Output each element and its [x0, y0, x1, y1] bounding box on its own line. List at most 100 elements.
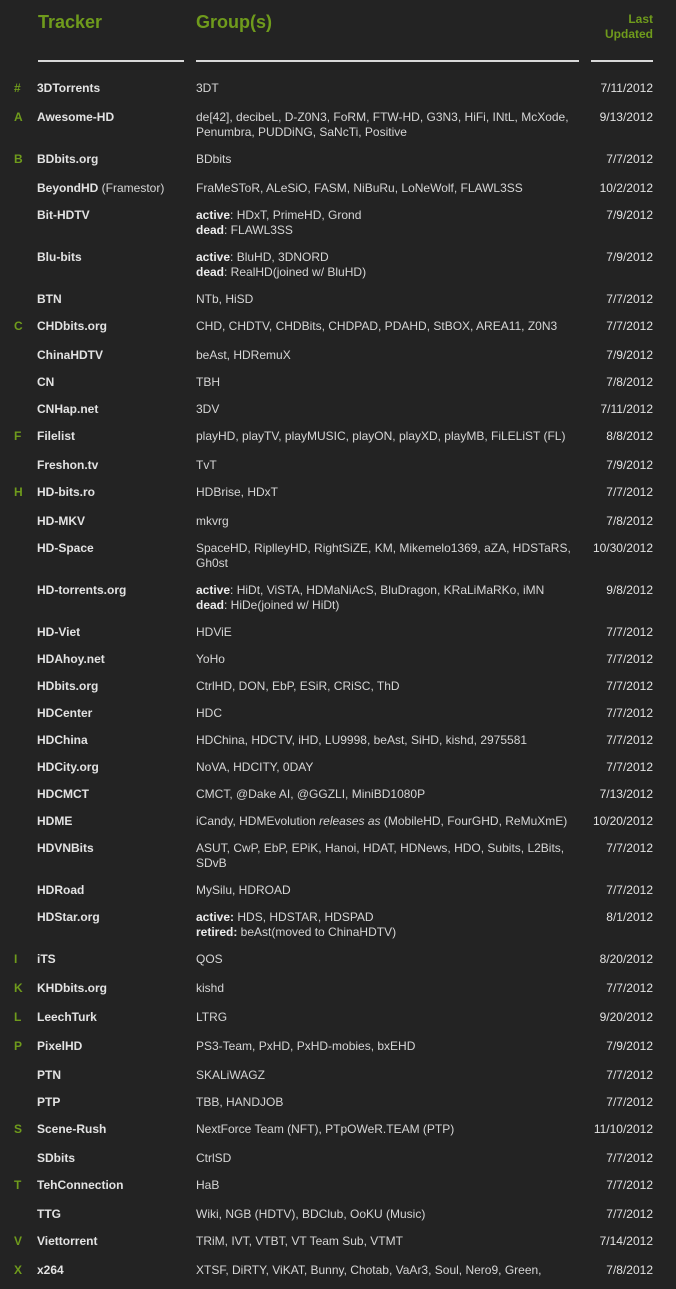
- tracker-name-text: PixelHD: [37, 1039, 83, 1053]
- tracker-column-header[interactable]: Tracker: [38, 12, 102, 33]
- index-letter: I: [14, 952, 18, 966]
- groups-line: TBH: [196, 375, 581, 390]
- groups-line: TBB, HANDJOB: [196, 1095, 581, 1110]
- tracker-name[interactable]: HDCMCT: [37, 787, 187, 802]
- tracker-name[interactable]: HDCity.org: [37, 760, 187, 775]
- groups-cell: TvT: [196, 458, 581, 473]
- tracker-name[interactable]: ChinaHDTV: [37, 348, 187, 363]
- groups-cell: BDbits: [196, 152, 581, 167]
- tracker-name[interactable]: HDbits.org: [37, 679, 187, 694]
- tracker-name[interactable]: BDbits.org: [37, 152, 187, 167]
- groups-header-rule: [196, 60, 579, 62]
- groups-cell: kishd: [196, 981, 581, 996]
- tracker-name[interactable]: HD-Viet: [37, 625, 187, 640]
- tracker-name-text: CNHap.net: [37, 402, 99, 416]
- group-list-text: Penumbra, PUDDiNG, SaNcTi, Positive: [196, 125, 407, 139]
- last-updated-date: 7/7/2012: [606, 292, 653, 306]
- tracker-name[interactable]: Scene-Rush: [37, 1122, 187, 1137]
- groups-cell: MySilu, HDROAD: [196, 883, 581, 898]
- table-row: HD-MKV mkvrg 7/8/2012: [0, 513, 676, 540]
- groups-cell: 3DV: [196, 402, 581, 417]
- last-updated-column-header[interactable]: Last Updated: [605, 12, 653, 42]
- index-letter: #: [14, 81, 21, 95]
- tracker-name-text: CN: [37, 375, 55, 389]
- tracker-name[interactable]: Viettorrent: [37, 1234, 187, 1249]
- table-row: PTN SKALiWAGZ 7/7/2012: [0, 1067, 676, 1094]
- tracker-header-rule: [38, 60, 184, 62]
- tracker-name[interactable]: HDVNBits: [37, 841, 187, 856]
- tracker-name[interactable]: HDME: [37, 814, 187, 829]
- tracker-name[interactable]: HDChina: [37, 733, 187, 748]
- tracker-name[interactable]: HD-torrents.org: [37, 583, 187, 598]
- groups-line: MySilu, HDROAD: [196, 883, 581, 898]
- tracker-name[interactable]: HDStar.org: [37, 910, 187, 925]
- tracker-name[interactable]: CNHap.net: [37, 402, 187, 417]
- groups-line: iCandy, HDMEvolution releases as (Mobile…: [196, 814, 581, 829]
- tracker-name[interactable]: LeechTurk: [37, 1010, 187, 1025]
- group-list-text: : BluHD, 3DNORD: [230, 250, 329, 264]
- tracker-name[interactable]: HD-MKV: [37, 514, 187, 529]
- tracker-name[interactable]: Filelist: [37, 429, 187, 444]
- groups-line: Penumbra, PUDDiNG, SaNcTi, Positive: [196, 125, 581, 140]
- tracker-name[interactable]: BeyondHD (Framestor): [37, 181, 187, 196]
- tracker-name[interactable]: BTN: [37, 292, 187, 307]
- tracker-name-text: HDAhoy.net: [37, 652, 105, 666]
- last-updated-date: 7/7/2012: [606, 981, 653, 995]
- tracker-name[interactable]: TTG: [37, 1207, 187, 1222]
- groups-cell: HDC: [196, 706, 581, 721]
- tracker-name-text: ChinaHDTV: [37, 348, 103, 362]
- tracker-name[interactable]: TehConnection: [37, 1178, 187, 1193]
- group-list-text: Wiki, NGB (HDTV), BDClub, OoKU (Music): [196, 1207, 426, 1221]
- tracker-name[interactable]: CN: [37, 375, 187, 390]
- tracker-name[interactable]: HDCenter: [37, 706, 187, 721]
- last-updated-date: 7/11/2012: [600, 81, 654, 95]
- groups-line: dead: RealHD(joined w/ BluHD): [196, 265, 581, 280]
- tracker-name[interactable]: Awesome-HD: [37, 110, 187, 125]
- last-updated-label-line1: Last: [628, 12, 653, 26]
- tracker-name[interactable]: KHDbits.org: [37, 981, 187, 996]
- tracker-name[interactable]: 3DTorrents: [37, 81, 187, 96]
- tracker-name-text: Viettorrent: [37, 1234, 98, 1248]
- tracker-name[interactable]: CHDbits.org: [37, 319, 187, 334]
- tracker-name[interactable]: PTN: [37, 1068, 187, 1083]
- groups-line: BDbits: [196, 152, 581, 167]
- last-updated-date: 7/8/2012: [606, 514, 653, 528]
- tracker-name[interactable]: Blu-bits: [37, 250, 187, 265]
- groups-line: CtrlSD: [196, 1151, 581, 1166]
- tracker-name[interactable]: iTS: [37, 952, 187, 967]
- tracker-name-text: HDStar.org: [37, 910, 100, 924]
- tracker-name[interactable]: SDbits: [37, 1151, 187, 1166]
- last-updated-date: 7/7/2012: [606, 733, 653, 747]
- index-letter: V: [14, 1234, 23, 1248]
- table-row: HDbits.org CtrlHD, DON, EbP, ESiR, CRiSC,…: [0, 678, 676, 705]
- groups-line: YoHo: [196, 652, 581, 667]
- groups-cell: CHD, CHDTV, CHDBits, CHDPAD, PDAHD, StBO…: [196, 319, 581, 334]
- groups-cell: HaB: [196, 1178, 581, 1193]
- tracker-name-text: TTG: [37, 1207, 61, 1221]
- last-updated-label-line2: Updated: [605, 27, 653, 41]
- tracker-name[interactable]: HDRoad: [37, 883, 187, 898]
- tracker-name[interactable]: HD-bits.ro: [37, 485, 187, 500]
- tracker-name[interactable]: HD-Space: [37, 541, 187, 556]
- tracker-name[interactable]: Freshon.tv: [37, 458, 187, 473]
- last-updated-date: 11/10/2012: [593, 1122, 653, 1136]
- tracker-name[interactable]: HDAhoy.net: [37, 652, 187, 667]
- group-note-italic: releases as: [319, 814, 381, 828]
- groups-cell: active: HiDt, ViSTA, HDMaNiAcS, BluDrago…: [196, 583, 581, 613]
- index-letter: K: [14, 981, 23, 995]
- tracker-name[interactable]: PTP: [37, 1095, 187, 1110]
- last-updated-date: 7/13/2012: [599, 787, 653, 801]
- tracker-name-text: BTN: [37, 292, 62, 306]
- tracker-name[interactable]: PixelHD: [37, 1039, 187, 1054]
- groups-cell: NTb, HiSD: [196, 292, 581, 307]
- tracker-name-text: HD-Space: [37, 541, 94, 555]
- group-list-text: TBH: [196, 375, 220, 389]
- tracker-name[interactable]: Bit-HDTV: [37, 208, 187, 223]
- group-list-text: : FLAWL3SS: [224, 223, 293, 237]
- groups-cell: SpaceHD, RiplleyHD, RightSiZE, KM, Mikem…: [196, 541, 581, 571]
- table-row: ChinaHDTV beAst, HDRemuX 7/9/2012: [0, 347, 676, 374]
- groups-column-header[interactable]: Group(s): [196, 12, 272, 33]
- groups-cell: 3DT: [196, 81, 581, 96]
- groups-line: active: HDxT, PrimeHD, Grond: [196, 208, 581, 223]
- group-status-label: dead: [196, 598, 225, 612]
